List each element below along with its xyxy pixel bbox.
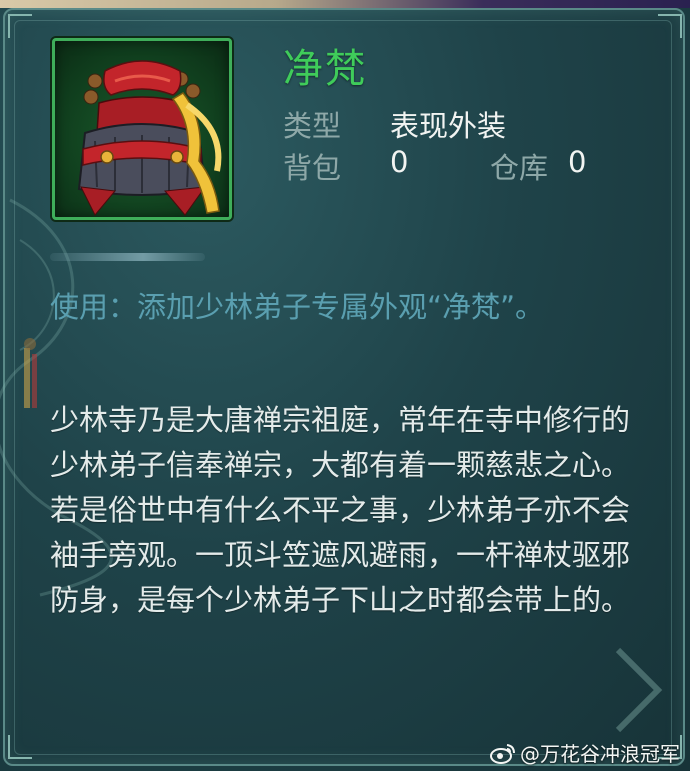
bag-count: 0	[390, 145, 409, 179]
type-label: 类型	[283, 109, 342, 143]
top-background-strip	[0, 0, 690, 8]
item-name: 净梵	[283, 46, 367, 92]
bag-label: 背包	[283, 151, 342, 185]
shaolin-hat-icon	[77, 60, 222, 216]
item-icon-frame[interactable]	[52, 38, 232, 220]
frame-corner-ornament	[8, 14, 32, 38]
frame-corner-ornament	[658, 14, 682, 38]
background-chevron-icon	[615, 647, 663, 733]
lore-description: 少林寺乃是大唐禅宗祖庭，常年在寺中修行的少林弟子信奉禅宗，大都有着一颗慈悲之心。…	[50, 403, 631, 617]
tassel-ornament-icon	[24, 338, 37, 408]
weibo-icon	[490, 743, 515, 764]
item-tooltip-panel: 净梵 类型 表现外装 背包 0 仓库 0 使用：添加少林弟子专属外观“净梵”。 …	[0, 0, 690, 771]
warehouse-count: 0	[568, 145, 587, 179]
frame-corner-ornament	[8, 735, 32, 759]
warehouse-label: 仓库	[490, 151, 549, 185]
watermark-text: @万花谷冲浪冠军	[520, 742, 680, 766]
usage-description: 使用：添加少林弟子专属外观“净梵”。	[50, 290, 545, 324]
section-divider	[50, 253, 205, 261]
type-value: 表现外装	[390, 109, 507, 143]
watermark: @万花谷冲浪冠军	[490, 738, 680, 767]
